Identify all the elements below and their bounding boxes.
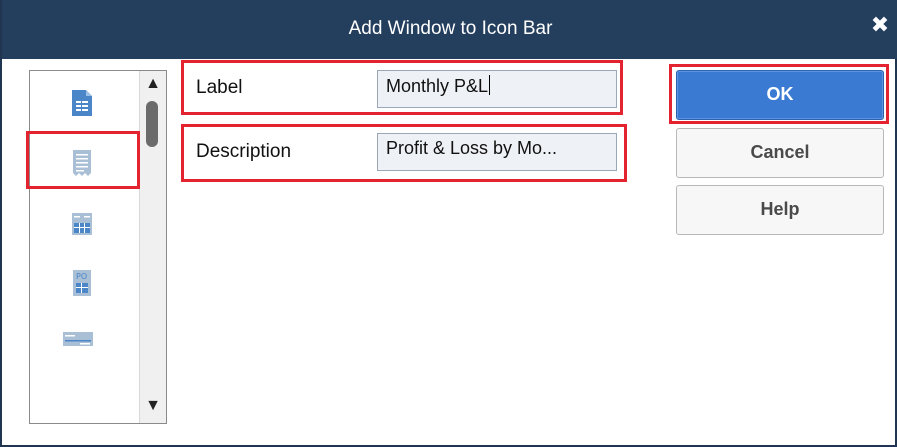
add-window-dialog: Add Window to Icon Bar ✖ PO ▲ ▼ Label Mo… [0,0,897,447]
icon-list-scrollbar[interactable]: ▲ ▼ [139,71,166,423]
help-button[interactable]: Help [676,185,884,235]
scroll-up-arrow-icon[interactable]: ▲ [144,75,162,93]
description-field-highlight [181,124,627,182]
title-bar[interactable]: Add Window to Icon Bar ✖ [2,0,897,59]
calendar-grid-icon[interactable] [70,211,94,237]
check-icon[interactable] [62,329,94,355]
purchase-order-icon[interactable]: PO [70,269,94,296]
scroll-down-arrow-icon[interactable]: ▼ [144,397,162,415]
icon-list[interactable]: PO ▲ ▼ [29,70,167,424]
close-button[interactable]: ✖ [869,12,891,38]
scroll-thumb[interactable] [146,101,158,147]
cancel-button[interactable]: Cancel [676,128,884,178]
svg-text:PO: PO [76,272,87,281]
label-field-highlight [181,60,623,115]
ok-button-highlight [669,64,889,124]
dialog-title: Add Window to Icon Bar [348,18,553,39]
icon-list-items: PO [30,71,140,423]
report-document-icon[interactable] [70,89,94,116]
selected-icon-highlight [26,131,140,189]
